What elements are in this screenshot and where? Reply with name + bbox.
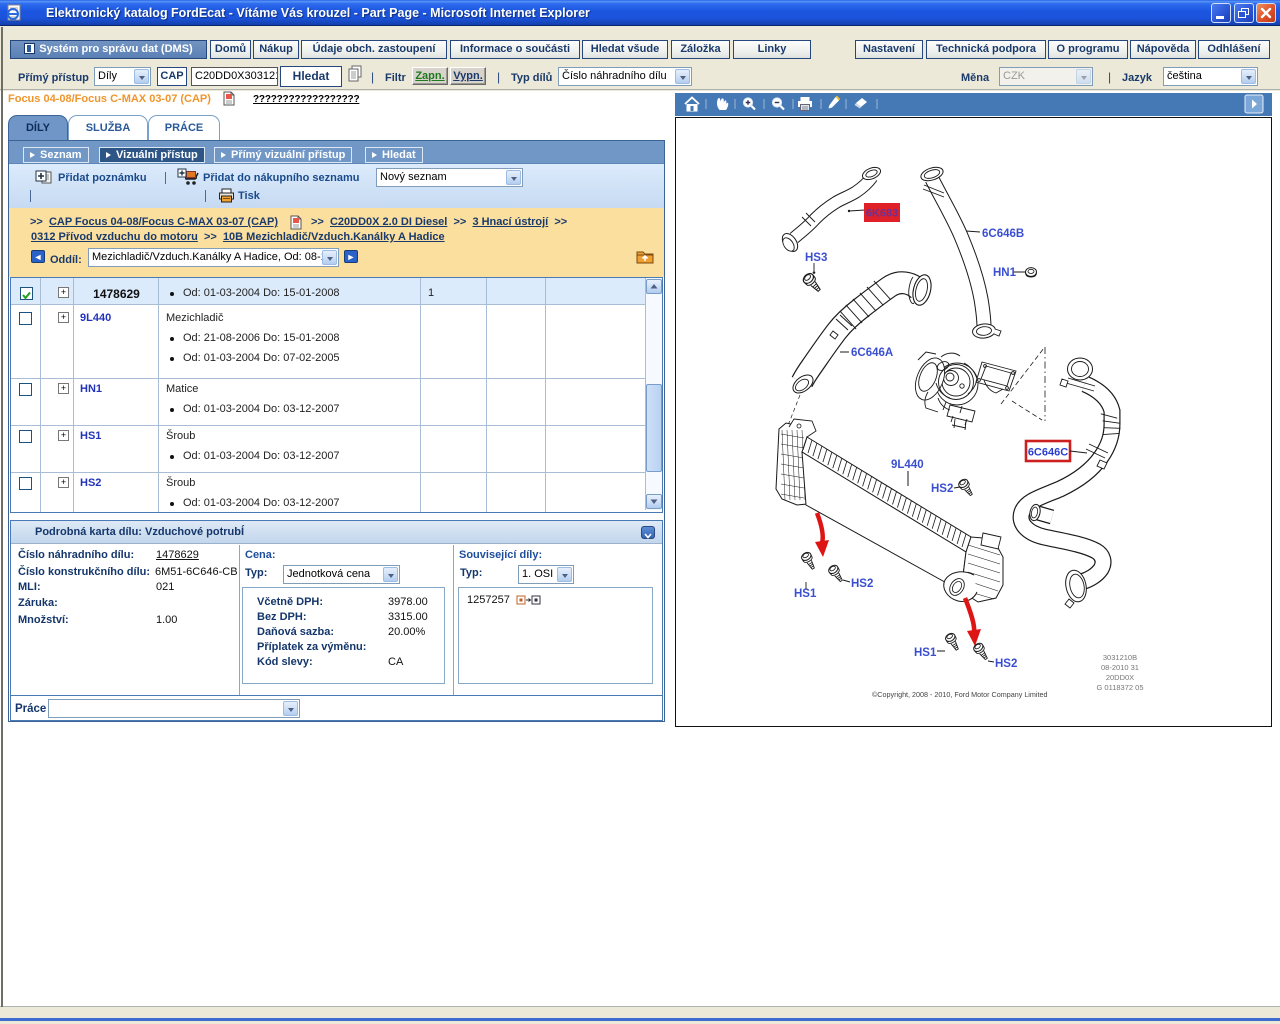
svg-text:HS2: HS2 [931, 483, 953, 495]
svg-text:20DD0X: 20DD0X [1106, 673, 1134, 682]
svg-text:9L440: 9L440 [891, 459, 924, 471]
svg-text:G 0118372 05: G 0118372 05 [1097, 683, 1144, 692]
svg-text:6C646B: 6C646B [982, 228, 1024, 240]
svg-text:6C646A: 6C646A [851, 347, 893, 359]
svg-text:HS2: HS2 [851, 578, 873, 590]
svg-text:08-2010 31: 08-2010 31 [1101, 663, 1139, 672]
svg-text:3031210B: 3031210B [1103, 653, 1137, 662]
svg-text:6C646C: 6C646C [1028, 447, 1068, 459]
svg-text:6K683: 6K683 [866, 208, 898, 220]
svg-text:HS2: HS2 [995, 658, 1017, 670]
svg-text:HS1: HS1 [794, 588, 817, 600]
svg-text:HS3: HS3 [805, 252, 827, 264]
svg-text:HN1: HN1 [993, 267, 1017, 279]
svg-text:©Copyright, 2008 - 2010, Ford: ©Copyright, 2008 - 2010, Ford Motor Comp… [872, 690, 1047, 699]
svg-text:HS1: HS1 [914, 647, 937, 659]
